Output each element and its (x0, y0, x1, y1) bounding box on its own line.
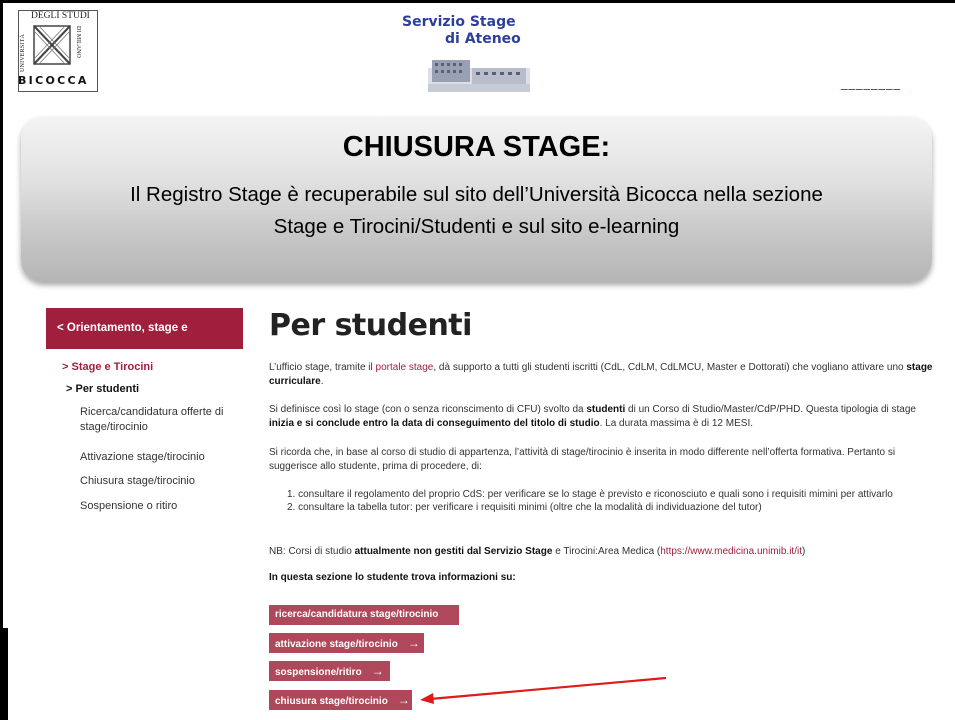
nb-text-a: NB: Corsi di studio (269, 546, 355, 557)
banner-text-line2: Stage e Tirocini/Studenti e sul sito e-l… (273, 215, 680, 238)
chiusura-stage-banner: CHIUSURA STAGE: Il Registro Stage è recu… (21, 117, 932, 282)
attivazione-button-label: attivazione stage/tirocinio (275, 639, 398, 650)
logo-degli-studi-text: DEGLI STUDI (31, 11, 90, 21)
nb-end: ) (801, 546, 806, 557)
building-picture-icon (428, 60, 530, 92)
arrow-right-icon: → (371, 664, 384, 678)
sidebar-item-per-studenti[interactable]: > Per studenti (66, 382, 139, 397)
sidebar-item-sospensione[interactable]: Sospensione o ritiro (80, 499, 177, 514)
sidebar-header-orientamento[interactable]: < Orientamento, stage e placement (46, 308, 243, 375)
chiusura-button[interactable]: chiusura stage/tirocinio → (269, 690, 412, 710)
p1-end: . (320, 376, 324, 387)
banner-text: Il Registro Stage è recuperabile sul sit… (21, 179, 932, 243)
servizio-line1: Servizio Stage (402, 14, 516, 30)
section-label-text: In questa sezione lo studente trova info… (269, 572, 516, 583)
p2-text-b: di un Corso di Studio/Master/CdP/PHD. Qu… (625, 404, 916, 415)
arrow-right-icon: → (397, 693, 410, 707)
intro-paragraph: L’ufficio stage, tramite il portale stag… (269, 361, 939, 389)
nb-text-b: e Tirocini:Area Medica ( (552, 546, 661, 557)
ricerca-candidatura-button[interactable]: ricerca/candidatura stage/tirocinio→ (269, 605, 459, 642)
sospensione-button[interactable]: sospensione/ritiro → (269, 661, 390, 681)
top-right-cropped-text: ‾‾‾‾‾‾‾‾ (841, 88, 901, 103)
arrow-right-icon: → (407, 636, 420, 650)
page-title: Per studenti (269, 308, 472, 343)
p2-text-c: . La durata massima è di 12 MESI. (599, 418, 753, 429)
medicina-link[interactable]: https://www.medicina.unimib.it/it (660, 546, 802, 557)
portale-stage-link[interactable]: portale stage (376, 362, 434, 373)
nb-paragraph: NB: Corsi di studio attualmente non gest… (269, 545, 939, 559)
p1-text-b: , dà supporto a tutti gli studenti iscri… (433, 362, 907, 373)
sidebar-item-ricerca-candidatura-line2[interactable]: stage/tirocinio (80, 420, 148, 435)
attivazione-button[interactable]: attivazione stage/tirocinio → (269, 633, 424, 653)
left-frame-dark-strip (0, 628, 8, 720)
servizio-line2: di Ateneo (445, 31, 521, 47)
sidebar-item-ricerca-candidatura[interactable]: Ricerca/candidatura offerte di (80, 405, 224, 420)
list-item-tabella-tutor: 2. consultare la tabella tutor: per veri… (287, 502, 762, 513)
nb-bold: attualmente non gestiti dal Servizio Sta… (354, 546, 553, 557)
top-frame-line (0, 0, 955, 3)
sidebar-item-stage-e-tirocini[interactable]: > Stage e Tirocini (62, 360, 153, 375)
sidebar-item-chiusura[interactable]: Chiusura stage/tirocinio (80, 474, 195, 489)
logo-di-milano-text: DI MILANO (75, 26, 81, 58)
p2-bold2: inizia e si conclude entro la data di co… (269, 418, 600, 429)
p2-bold1: studenti (586, 404, 626, 415)
chiusura-button-label: chiusura stage/tirocinio (275, 696, 388, 707)
logo-bicocca-text: BICOCCA (18, 74, 89, 87)
definition-paragraph: Si definisce così lo stage (con o senza … (269, 403, 939, 431)
sidebar-item-attivazione[interactable]: Attivazione stage/tirocinio (80, 450, 205, 465)
left-frame-line (0, 0, 3, 720)
banner-title: CHIUSURA STAGE: (342, 131, 611, 163)
banner-text-line1: Il Registro Stage è recuperabile sul sit… (130, 183, 823, 206)
p2-text-a: Si definisce così lo stage (con o senza … (269, 404, 587, 415)
servizio-stage-title: Servizio Stage di Ateneo (402, 14, 521, 48)
sospensione-button-label: sospensione/ritiro (275, 667, 362, 678)
red-annotation-arrow-icon (420, 676, 667, 704)
reminder-paragraph: Si ricorda che, in base al corso di stud… (269, 447, 896, 472)
section-label: In questa sezione lo studente trova info… (269, 571, 939, 585)
list-item-regolamento: 1. consultare il regolamento del proprio… (287, 489, 893, 500)
ricerca-button-label: ricerca/candidatura stage/tirocinio (275, 609, 439, 620)
logo-universita-text: UNIVERSITÀ (20, 34, 26, 72)
p1-text-a: L’ufficio stage, tramite il (269, 362, 376, 373)
logo-emblem-icon (33, 25, 71, 65)
